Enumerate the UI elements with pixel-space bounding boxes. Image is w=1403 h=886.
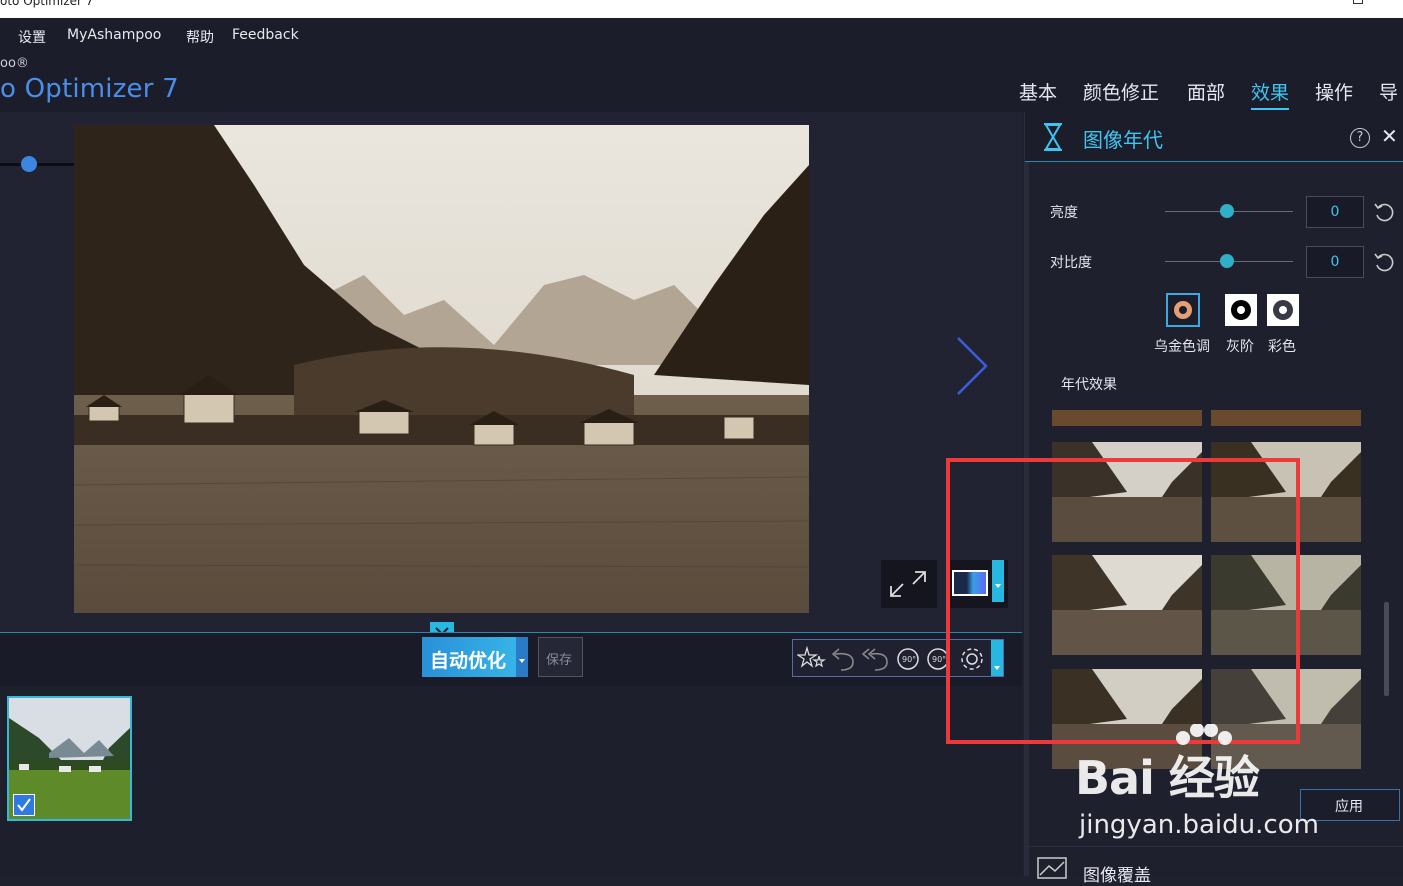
window-titlebar: oto Optimizer 7	[0, 0, 1403, 18]
effect-thumb-partial[interactable]	[1052, 410, 1202, 426]
menu-feedback[interactable]: Feedback	[232, 27, 299, 43]
red-highlight-box	[946, 458, 1300, 744]
tab-basic[interactable]: 基本	[1019, 78, 1057, 105]
close-icon[interactable]: ✕	[1381, 124, 1398, 148]
app-header: oo® o Optimizer 7 基本 颜色修正 面部 效果 操作 导	[0, 54, 1403, 112]
color-tone-label: 彩色	[1268, 339, 1296, 355]
next-image-icon[interactable]	[950, 334, 990, 398]
expand-icon	[890, 571, 926, 597]
contrast-label: 对比度	[1050, 255, 1092, 271]
app-logo-text: o Optimizer 7	[0, 74, 179, 104]
image-overlay-section[interactable]: 图像覆盖	[1025, 846, 1403, 886]
tab-color-correction[interactable]: 颜色修正	[1083, 78, 1159, 105]
watermark-brand: Bai 经验	[1075, 751, 1260, 805]
menu-bar: 设置 MyAshampoo 帮助 Feedback	[0, 18, 1403, 54]
contrast-input[interactable]: 0	[1306, 246, 1364, 278]
rotate-left-icon[interactable]: 90°	[891, 646, 923, 672]
filmstrip	[0, 686, 1022, 876]
contrast-reset-icon[interactable]	[1372, 250, 1396, 274]
contrast-slider-knob[interactable]	[1220, 254, 1234, 268]
brightness-label: 亮度	[1050, 205, 1078, 221]
brand-mark: oo®	[0, 56, 29, 71]
menu-help[interactable]: 帮助	[186, 27, 214, 47]
bottom-toolbar: 自动优化 保存 90° 90°	[0, 632, 1022, 686]
check-icon	[17, 798, 31, 812]
baidu-watermark: Bai 经验 jingyan.baidu.com	[1075, 724, 1395, 844]
tab-operations[interactable]: 操作	[1315, 78, 1353, 105]
tab-export[interactable]: 导	[1379, 78, 1398, 105]
auto-optimize-dropdown-icon[interactable]	[516, 637, 528, 677]
svg-text:90°: 90°	[932, 655, 946, 664]
tab-effects[interactable]: 效果	[1251, 78, 1290, 110]
svg-text:90°: 90°	[902, 655, 916, 664]
save-label: 保存	[546, 653, 573, 668]
sepia-tone-button[interactable]	[1166, 293, 1200, 327]
hourglass-icon	[1044, 123, 1062, 151]
effects-scrollbar[interactable]	[1384, 602, 1389, 696]
thumbnail-checkbox[interactable]	[13, 794, 35, 816]
panel-header: 图像年代 ? ✕	[1025, 112, 1403, 162]
sepia-landscape-image	[74, 125, 809, 613]
sepia-tone-label: 乌金色调	[1154, 339, 1210, 355]
menu-settings[interactable]: 设置	[18, 27, 46, 47]
menu-myashampoo[interactable]: MyAshampoo	[67, 27, 161, 43]
undo-all-icon[interactable]	[859, 646, 891, 672]
save-button[interactable]: 保存	[538, 637, 583, 677]
maximize-icon[interactable]	[1353, 0, 1363, 4]
brightness-input[interactable]: 0	[1306, 196, 1364, 228]
window-title: oto Optimizer 7	[0, 0, 94, 8]
main-photo	[74, 125, 809, 613]
help-icon[interactable]: ?	[1350, 128, 1370, 148]
image-stage: +	[0, 112, 1022, 632]
undo-icon[interactable]	[827, 646, 859, 672]
thumbnail-image[interactable]	[7, 696, 132, 821]
effect-thumb-partial[interactable]	[1211, 410, 1361, 426]
magic-stars-icon[interactable]	[797, 646, 827, 672]
fullscreen-button[interactable]	[881, 560, 937, 608]
brightness-reset-icon[interactable]	[1372, 200, 1396, 224]
collapse-filmstrip-icon[interactable]	[430, 622, 454, 636]
watermark-url: jingyan.baidu.com	[1079, 810, 1319, 840]
auto-optimize-label: 自动优化	[430, 650, 507, 672]
brightness-slider-knob[interactable]	[1220, 204, 1234, 218]
panel-title: 图像年代	[1083, 128, 1163, 152]
tab-face[interactable]: 面部	[1187, 78, 1225, 105]
color-tone-button[interactable]	[1266, 293, 1300, 327]
auto-optimize-button[interactable]: 自动优化	[422, 637, 528, 677]
main-tabs: 基本 颜色修正 面部 效果 操作 导	[1013, 78, 1403, 110]
vintage-effects-label: 年代效果	[1061, 377, 1117, 393]
image-overlay-label: 图像覆盖	[1083, 866, 1151, 886]
grayscale-tone-button[interactable]	[1224, 293, 1258, 327]
zoom-slider-knob[interactable]	[21, 156, 37, 172]
grayscale-tone-label: 灰阶	[1226, 339, 1254, 355]
